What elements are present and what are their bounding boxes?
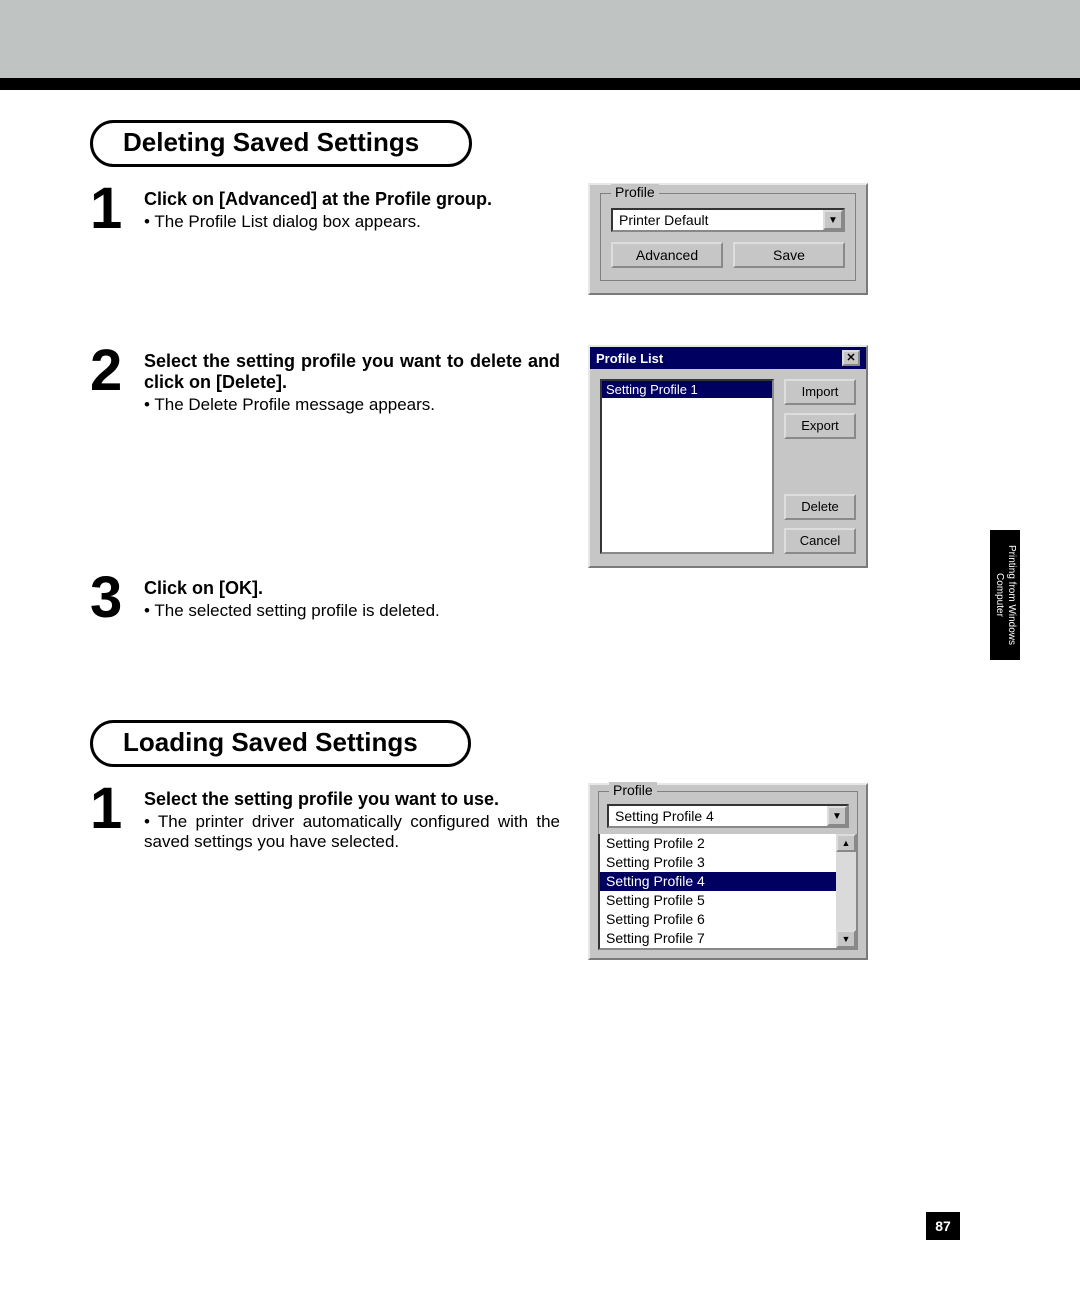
step-instruction: Select the setting profile you want to u… [144, 789, 560, 810]
list-item[interactable]: Setting Profile 1 [602, 381, 772, 398]
load-step-1: 1 Select the setting profile you want to… [90, 783, 560, 852]
step-bullet: • The selected setting profile is delete… [144, 601, 560, 621]
profile-dropdown-open: Profile Setting Profile 4 ▼ Setting Prof… [588, 783, 868, 960]
advanced-button[interactable]: Advanced [611, 242, 723, 268]
section-title-deleting: Deleting Saved Settings [90, 120, 472, 167]
dropdown-item[interactable]: Setting Profile 7 [600, 929, 836, 948]
header-bar [0, 0, 1080, 90]
scroll-up-icon[interactable]: ▲ [836, 834, 856, 852]
export-button[interactable]: Export [784, 413, 856, 439]
step-instruction: Click on [OK]. [144, 578, 560, 599]
dialog-title: Profile List [596, 351, 663, 366]
step-bullet: • The Profile List dialog box appears. [144, 212, 560, 232]
step-number: 1 [90, 183, 134, 235]
delete-button[interactable]: Delete [784, 494, 856, 520]
scrollbar[interactable]: ▲ ▼ [836, 834, 856, 948]
chevron-down-icon[interactable]: ▼ [823, 210, 843, 230]
scroll-down-icon[interactable]: ▼ [836, 930, 856, 948]
step-instruction: Select the setting profile you want to d… [144, 351, 560, 393]
profile-combo[interactable]: Printer Default ▼ [611, 208, 845, 232]
profile-combo-value: Setting Profile 4 [609, 806, 827, 826]
step-bullet: • The Delete Profile message appears. [144, 395, 560, 415]
profile-dropdown-list[interactable]: Setting Profile 2Setting Profile 3Settin… [598, 834, 858, 950]
step-number: 2 [90, 345, 134, 397]
step-number: 1 [90, 783, 134, 835]
close-icon[interactable]: ✕ [842, 350, 860, 366]
profile-group-widget: Profile Printer Default ▼ Advanced Save [588, 183, 868, 295]
import-button[interactable]: Import [784, 379, 856, 405]
section-title-loading: Loading Saved Settings [90, 720, 471, 767]
profile-combo-value: Printer Default [613, 210, 823, 230]
dropdown-item[interactable]: Setting Profile 5 [600, 891, 836, 910]
profile-listbox[interactable]: Setting Profile 1 [600, 379, 774, 554]
chapter-tab: Printing from Windows Computer [990, 530, 1020, 660]
save-button[interactable]: Save [733, 242, 845, 268]
profile-list-dialog: Profile List ✕ Setting Profile 1 Import … [588, 345, 868, 568]
page-content: Deleting Saved Settings 1 Click on [Adva… [0, 90, 1080, 1180]
dropdown-item[interactable]: Setting Profile 6 [600, 910, 836, 929]
page-number: 87 [926, 1212, 960, 1240]
step-bullet: • The printer driver automatically confi… [144, 812, 560, 852]
step-instruction: Click on [Advanced] at the Profile group… [144, 189, 560, 210]
step-1: 1 Click on [Advanced] at the Profile gro… [90, 183, 560, 235]
profile-combo-open[interactable]: Setting Profile 4 ▼ [607, 804, 849, 828]
chevron-down-icon[interactable]: ▼ [827, 806, 847, 826]
profile-legend: Profile [609, 782, 657, 798]
cancel-button[interactable]: Cancel [784, 528, 856, 554]
dropdown-item[interactable]: Setting Profile 4 [600, 872, 836, 891]
profile-legend: Profile [611, 184, 659, 200]
step-number: 3 [90, 572, 134, 624]
dropdown-item[interactable]: Setting Profile 3 [600, 853, 836, 872]
dropdown-item[interactable]: Setting Profile 2 [600, 834, 836, 853]
step-2: 2 Select the setting profile you want to… [90, 345, 560, 415]
step-3: 3 Click on [OK]. • The selected setting … [90, 572, 560, 624]
